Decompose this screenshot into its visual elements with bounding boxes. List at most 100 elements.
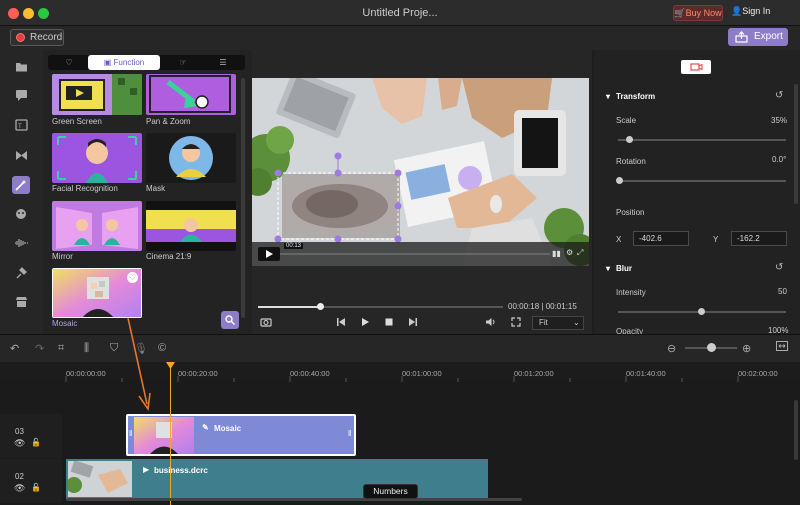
audio-icon[interactable]	[13, 235, 29, 251]
reset-blur-icon[interactable]: ↺	[775, 262, 783, 273]
timeline-horizontal-scrollbar[interactable]	[66, 498, 522, 501]
scale-slider-knob[interactable]	[626, 136, 633, 143]
effect-thumb-mirror[interactable]	[52, 201, 142, 251]
record-button[interactable]: Record	[10, 29, 64, 46]
transition-icon[interactable]	[13, 147, 29, 163]
caption-icon[interactable]: T	[13, 117, 29, 133]
mosaic-clip[interactable]: ‖ ✎ Mosaic ‖	[126, 414, 356, 456]
video-preview[interactable]: 00:13 ▮▮ ⚙ ⤢	[252, 78, 589, 266]
step-forward-button[interactable]	[408, 317, 418, 330]
step-back-button[interactable]	[336, 317, 346, 330]
favorite-heart-icon[interactable]: ♡	[127, 272, 138, 283]
tab-function[interactable]: ▣ Function	[88, 55, 160, 70]
rotation-slider-knob[interactable]	[616, 177, 623, 184]
business-video-clip[interactable]: ▶ business.dcrc	[66, 459, 488, 499]
volume-button[interactable]	[485, 317, 497, 330]
copyright-icon[interactable]: ©	[158, 342, 166, 354]
volume-bars-icon[interactable]: ▮▮	[552, 249, 561, 258]
video-props-tab[interactable]	[681, 60, 711, 74]
zoom-fit-select[interactable]: Fit ⌄	[532, 316, 584, 330]
effect-thumb-green-screen[interactable]	[52, 74, 142, 115]
pin-icon[interactable]	[13, 265, 29, 281]
undo-icon[interactable]: ↶	[10, 342, 19, 355]
tab-favorites[interactable]: ♡	[50, 55, 88, 70]
folder-icon[interactable]	[13, 58, 29, 74]
record-icon	[16, 33, 25, 42]
svg-text:T: T	[17, 123, 22, 130]
play-button[interactable]	[360, 317, 370, 330]
crop-icon[interactable]: ⌗	[58, 342, 64, 355]
track-number: 02	[15, 472, 24, 481]
lock-icon[interactable]: 🔓	[31, 483, 41, 492]
sticker-icon[interactable]	[13, 206, 29, 222]
position-label: Position	[616, 208, 645, 217]
search-button[interactable]	[221, 311, 239, 329]
cinema-illustration	[146, 201, 236, 251]
camera-icon	[260, 318, 272, 327]
playback-progress-knob[interactable]	[317, 303, 324, 310]
text-icon[interactable]	[13, 87, 29, 103]
effect-thumb-mask[interactable]	[146, 133, 236, 183]
tab-list[interactable]: ☰	[204, 55, 242, 70]
intensity-label: Intensity	[616, 288, 646, 297]
ruler-ticks	[65, 376, 739, 382]
zoom-out-icon[interactable]: ⊖	[667, 342, 676, 355]
mirror-illustration	[52, 201, 142, 251]
playhead[interactable]	[170, 362, 171, 505]
title-bar: Untitled Proje... 🛒Buy Now 👤Sign In	[0, 0, 800, 26]
business-clip-label: business.dcrc	[154, 466, 208, 475]
tab-gesture[interactable]: ☞	[164, 55, 202, 70]
y-position-input[interactable]: -162.2	[731, 231, 787, 246]
timeline-zoom-knob[interactable]	[707, 343, 716, 352]
library-scrollbar[interactable]	[241, 78, 245, 318]
effect-thumb-cinema[interactable]	[146, 201, 236, 251]
zoom-in-icon[interactable]: ⊕	[742, 342, 751, 355]
x-label: X	[616, 235, 622, 244]
effect-label: Mirror	[52, 252, 73, 261]
effect-thumb-facial-recognition[interactable]	[52, 133, 142, 183]
stop-button[interactable]	[384, 317, 394, 330]
intensity-slider-knob[interactable]	[698, 308, 705, 315]
properties-scrollbar[interactable]	[794, 84, 798, 204]
effects-icon[interactable]	[12, 176, 30, 194]
effect-label: Mask	[146, 184, 166, 193]
sign-in-button[interactable]: 👤Sign In	[731, 6, 770, 17]
mosaic-clip-icon: ✎	[202, 423, 209, 432]
blur-expand-icon[interactable]: ▾	[606, 264, 610, 273]
user-icon: 👤	[731, 6, 743, 16]
track-header-02: 02 👁 🔓	[0, 459, 62, 503]
redo-icon[interactable]: ↷	[35, 342, 44, 355]
heart-icon: ♡	[65, 58, 73, 67]
fit-timeline-icon[interactable]	[776, 341, 788, 354]
store-icon[interactable]	[13, 294, 29, 310]
effect-label: Pan & Zoom	[146, 117, 191, 126]
export-button[interactable]: Export	[728, 28, 788, 46]
eye-icon[interactable]: 👁	[14, 438, 25, 449]
lock-icon[interactable]: 🔓	[31, 438, 41, 447]
ruler-label: 00:01:00:00	[402, 369, 442, 378]
record-label: Record	[30, 32, 63, 43]
fullscreen-icon[interactable]: ⤢	[577, 248, 583, 258]
split-icon[interactable]: ⫼	[84, 342, 89, 355]
timeline-vertical-scrollbar[interactable]	[794, 400, 798, 460]
library-tabs: ♡ ▣ Function ☞ ☰	[48, 55, 245, 70]
eye-icon[interactable]: 👁	[14, 483, 25, 494]
marker-icon[interactable]: ⛉	[110, 342, 118, 355]
inner-play-button[interactable]	[258, 247, 280, 261]
transform-expand-icon[interactable]: ▾	[606, 92, 610, 101]
total-time: 00:01:15	[545, 302, 577, 311]
snapshot-button[interactable]	[260, 317, 272, 330]
rotation-slider-track[interactable]	[618, 180, 786, 182]
clip-trim-handle-left[interactable]: ‖	[129, 429, 133, 441]
scale-slider-track[interactable]	[618, 139, 786, 141]
fullscreen-button[interactable]	[511, 317, 521, 330]
reset-transform-icon[interactable]: ↺	[775, 90, 783, 101]
timeline-ruler[interactable]	[0, 362, 800, 382]
clip-trim-handle-right[interactable]: ‖	[348, 429, 352, 441]
effect-thumb-pan-zoom[interactable]	[146, 74, 236, 115]
buy-now-button[interactable]: 🛒Buy Now	[673, 5, 723, 21]
x-position-input[interactable]: -402.6	[633, 231, 689, 246]
settings-gear-icon[interactable]: ⚙	[566, 248, 573, 257]
effect-thumb-mosaic[interactable]: ♡	[52, 268, 142, 318]
inner-time-badge: 00:13	[284, 243, 304, 249]
